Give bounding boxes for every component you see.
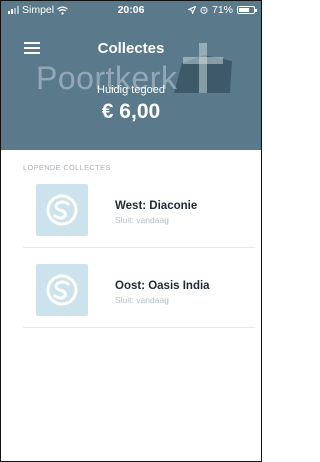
s-logo-icon	[46, 194, 78, 226]
battery-fill	[239, 8, 249, 12]
battery-percent: 71%	[211, 4, 233, 16]
section-title: LOPENDE COLLECTES	[23, 163, 111, 172]
location-arrow-icon	[187, 6, 196, 14]
collection-closes: Sluit: vandaag	[115, 215, 169, 225]
s-logo-icon	[46, 274, 78, 306]
status-right: 71%	[187, 4, 257, 16]
battery-icon	[237, 6, 257, 14]
collection-item[interactable]: Oost: Oasis India Sluit: vandaag	[23, 253, 255, 328]
collection-name: West: Diaconie	[115, 200, 198, 212]
collection-thumbnail	[36, 184, 88, 236]
status-bar: Simpel 20:06 71%	[1, 1, 261, 19]
collection-closes: Sluit: vandaag	[115, 295, 169, 305]
collection-item[interactable]: West: Diaconie Sluit: vandaag	[23, 173, 255, 248]
collection-thumbnail	[36, 264, 88, 316]
app-screen: Simpel 20:06 71% Poortkerk Collectes Hui…	[0, 0, 262, 462]
credit-label: Huidig tegoed	[97, 84, 165, 96]
header: Simpel 20:06 71% Poortkerk Collectes Hui…	[1, 1, 261, 150]
collection-name: Oost: Oasis India	[115, 280, 210, 292]
alarm-icon	[200, 6, 208, 14]
page-title: Collectes	[97, 40, 165, 57]
credit-amount: € 6,00	[101, 100, 161, 123]
